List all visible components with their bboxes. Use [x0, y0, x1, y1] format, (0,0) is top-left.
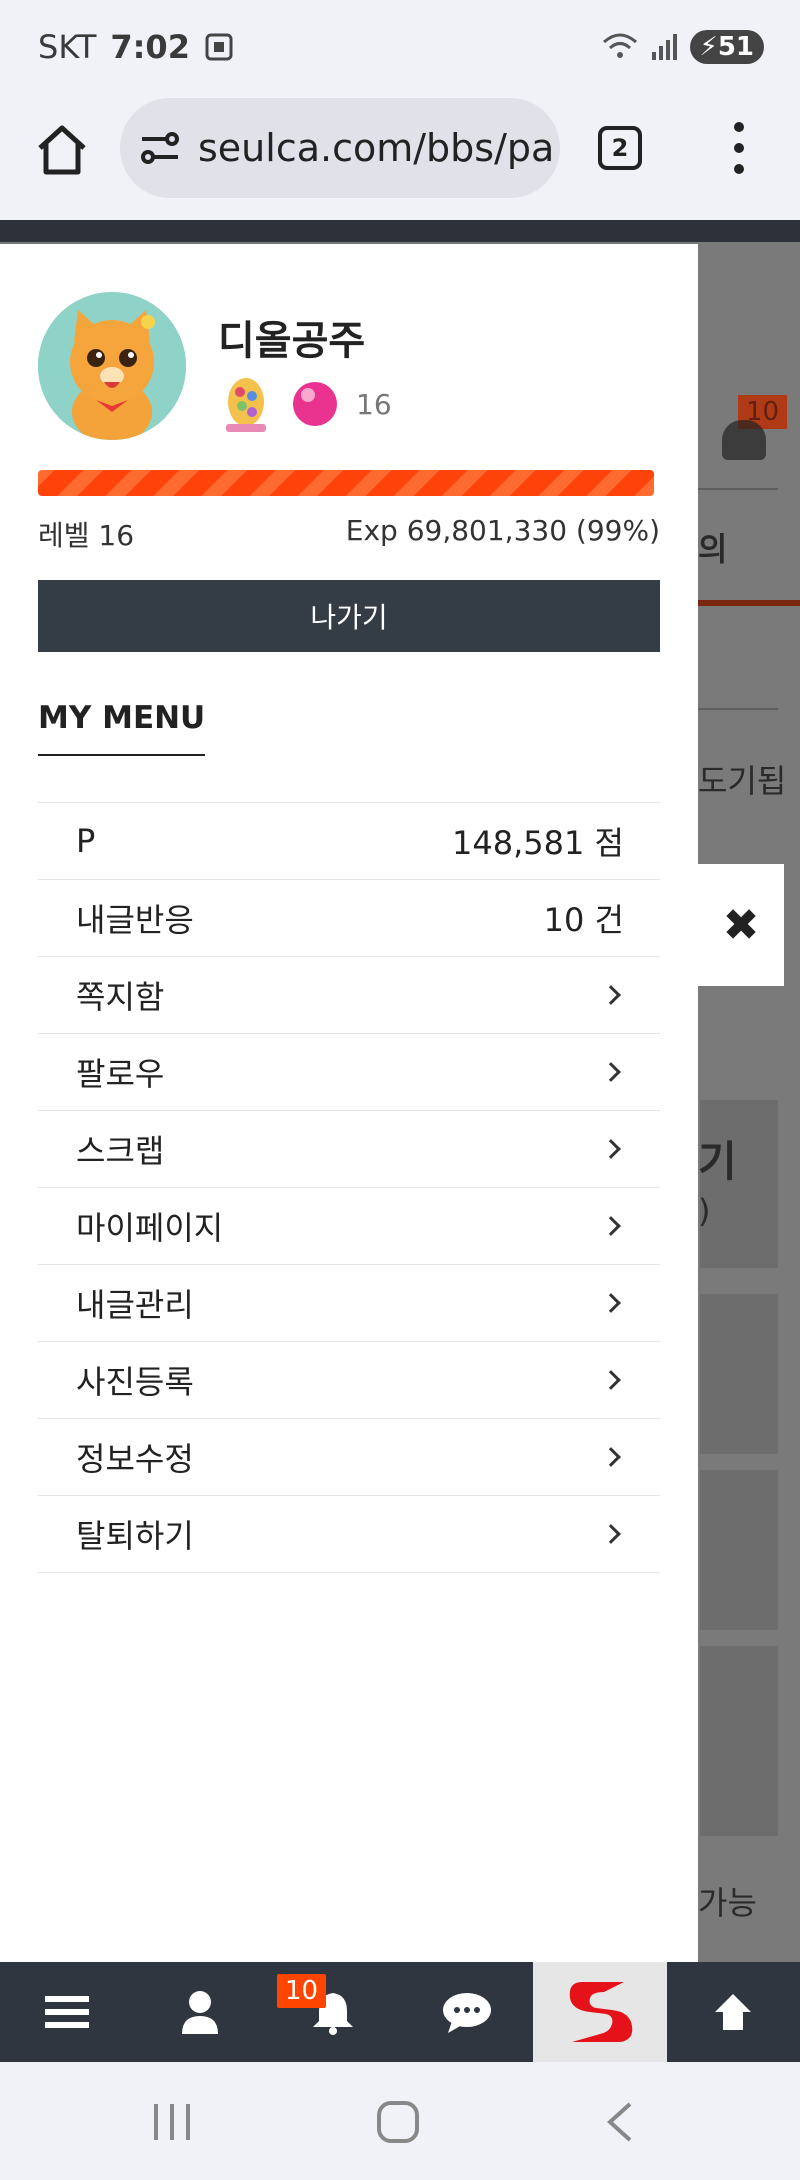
- tab-switcher-button[interactable]: 2: [598, 126, 642, 170]
- page-card: [700, 1646, 778, 1836]
- menu-icon: [44, 1996, 89, 2028]
- menu-item-reactions[interactable]: 내글반응 10 건: [38, 880, 660, 957]
- exp-progress-bar: [38, 470, 654, 496]
- username: 디올공주: [218, 318, 366, 364]
- exp-progress-fill: [38, 470, 648, 496]
- page-peek-text: 기: [698, 1137, 737, 1186]
- page-peek-text: 도기됩: [698, 762, 787, 800]
- menu-title: MY MENU: [38, 700, 206, 756]
- page-tab-underline: [698, 600, 800, 606]
- bottom-nav: 10: [0, 1962, 800, 2062]
- wifi-icon: [602, 33, 637, 58]
- exp-text: Exp 69,801,330 (99%): [345, 514, 660, 547]
- chevron-right-icon: [601, 1293, 621, 1313]
- cat-avatar-icon: [38, 292, 186, 440]
- menu-item-label: 정보수정: [76, 1440, 194, 1478]
- user-badges: 16: [218, 372, 392, 436]
- menu-item-label: 마이페이지: [76, 1209, 224, 1247]
- back-icon[interactable]: [604, 2100, 634, 2144]
- menu-item-messages[interactable]: 쪽지함: [38, 957, 660, 1034]
- site-settings-icon[interactable]: [140, 131, 180, 165]
- chevron-right-icon: [601, 1139, 621, 1159]
- page-peek-text: 가능: [698, 1884, 757, 1922]
- close-drawer-button[interactable]: ✖: [698, 864, 784, 986]
- notification-count-badge: 10: [277, 1974, 327, 2008]
- menu-item-follow[interactable]: 팔로우: [38, 1034, 660, 1111]
- site-logo: [569, 1982, 633, 2042]
- menu-item-label: P: [76, 822, 96, 860]
- menu-item-label: 쪽지함: [76, 978, 165, 1016]
- menu-item-label: 내글반응: [76, 901, 194, 939]
- pink-orb-icon: [293, 382, 337, 426]
- page-bell-icon: [722, 420, 766, 460]
- side-drawer: 디올공주 16 레벨 16 Exp 69,801,330 (99%) 나가기 M…: [0, 244, 698, 1962]
- menu-item-edit-info[interactable]: 정보수정: [38, 1419, 660, 1496]
- menu-item-label: 탈퇴하기: [76, 1517, 194, 1555]
- carrier: SKT: [38, 28, 97, 66]
- nav-user[interactable]: [133, 1962, 266, 2062]
- menu-item-my-posts[interactable]: 내글관리: [38, 1265, 660, 1342]
- arrow-up-icon: [715, 1994, 752, 2030]
- chevron-right-icon: [601, 1447, 621, 1467]
- signal-icon: [651, 34, 677, 60]
- nav-scroll-top[interactable]: [667, 1962, 800, 2062]
- page-divider: [698, 488, 778, 490]
- page-card: [700, 1470, 778, 1630]
- nav-menu[interactable]: [0, 1962, 133, 2062]
- menu-item-label: 사진등록: [76, 1363, 194, 1401]
- user-icon: [181, 1991, 218, 2034]
- menu-item-points[interactable]: P 148,581 점: [38, 803, 660, 880]
- url-text: seulca.com/bbs/pa: [198, 126, 555, 170]
- system-navigation-bar: [0, 2062, 800, 2180]
- menu-item-label: 팔로우: [76, 1055, 165, 1093]
- chevron-right-icon: [601, 985, 621, 1005]
- more-menu-icon[interactable]: [724, 118, 754, 178]
- chevron-right-icon: [601, 1062, 621, 1082]
- chevron-right-icon: [601, 1524, 621, 1544]
- nav-site-logo[interactable]: [533, 1962, 667, 2062]
- chat-icon: [442, 1993, 491, 2033]
- menu-item-photo[interactable]: 사진등록: [38, 1342, 660, 1419]
- menu-item-label: 내글관리: [76, 1286, 194, 1324]
- address-bar[interactable]: seulca.com/bbs/pa: [120, 98, 560, 198]
- menu-item-scrap[interactable]: 스크랩: [38, 1111, 660, 1188]
- chevron-right-icon: [601, 1370, 621, 1390]
- my-menu-list: P 148,581 점 내글반응 10 건 쪽지함 팔로우 스크랩 마이페이지 …: [38, 802, 660, 1573]
- points-value: 148,581 점: [452, 824, 624, 862]
- avatar[interactable]: [38, 292, 186, 440]
- page-card: [700, 1294, 778, 1454]
- browser-toolbar: seulca.com/bbs/pa 2: [0, 96, 800, 220]
- page-peek-text: ): [698, 1192, 711, 1230]
- recent-apps-icon[interactable]: [150, 2102, 194, 2142]
- menu-item-label: 스크랩: [76, 1132, 165, 1170]
- home-icon[interactable]: [32, 120, 92, 180]
- home-system-icon[interactable]: [376, 2100, 420, 2144]
- menu-item-mypage[interactable]: 마이페이지: [38, 1188, 660, 1265]
- clock: 7:02: [110, 28, 190, 66]
- close-icon: ✖: [722, 899, 760, 951]
- page-header-strip: [0, 220, 800, 242]
- level-label: 레벨 16: [38, 519, 135, 552]
- level-badge-number: 16: [356, 387, 392, 421]
- status-bar: SKT 7:02 ⚡51: [0, 0, 800, 96]
- page-divider: [698, 708, 778, 710]
- reactions-value: 10 건: [543, 901, 624, 939]
- nav-chat[interactable]: [400, 1962, 533, 2062]
- logout-button[interactable]: 나가기: [38, 580, 660, 652]
- page-peek-text: 의: [698, 530, 728, 568]
- easter-egg-icon: [226, 378, 266, 432]
- menu-item-withdraw[interactable]: 탈퇴하기: [38, 1496, 660, 1573]
- screenshot-icon: [205, 33, 233, 61]
- level-info: 레벨 16 Exp 69,801,330 (99%): [38, 514, 660, 554]
- battery-indicator: ⚡51: [689, 30, 764, 64]
- chevron-right-icon: [601, 1216, 621, 1236]
